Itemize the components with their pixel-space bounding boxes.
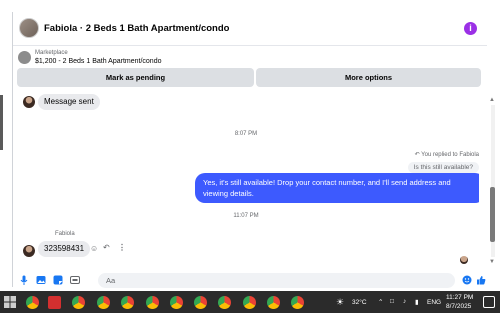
message-thread: Message sent 8:07 PM ↶ You replied to Fa…: [13, 90, 479, 267]
chrome-icon[interactable]: [72, 296, 85, 309]
listing-avatar[interactable]: [19, 18, 39, 38]
left-window-edge: [0, 95, 3, 150]
chrome-icon[interactable]: [218, 296, 231, 309]
taskbar: ☀ 32°C ⌃ □ ♪ ▮ ENG 11:27 PM 8/7/2025: [0, 291, 500, 313]
windows-start-icon[interactable]: [4, 296, 16, 308]
replied-label: You replied to Fabiola: [421, 152, 479, 158]
sender-avatar[interactable]: [23, 245, 35, 257]
composer: Aa: [13, 270, 487, 290]
chrome-icon[interactable]: [267, 296, 280, 309]
tray-overflow-icon[interactable]: ⌃: [378, 298, 383, 306]
incoming-message: 323598431: [38, 241, 91, 257]
scrollbar[interactable]: ▲ ▼: [489, 97, 497, 267]
message-input[interactable]: Aa: [98, 273, 455, 288]
microphone-icon[interactable]: [19, 275, 29, 285]
wps-icon[interactable]: [48, 296, 61, 309]
sender-name: Fabiola: [55, 231, 75, 237]
gif-icon[interactable]: [70, 275, 80, 285]
chrome-icon[interactable]: [243, 296, 256, 309]
chrome-icon[interactable]: [146, 296, 159, 309]
message-sent-bubble: Message sent: [38, 94, 100, 110]
network-icon[interactable]: □: [390, 298, 394, 305]
listing-title: $1,200 - 2 Beds 1 Bath Apartment/condo: [35, 58, 162, 65]
scroll-thumb[interactable]: [490, 187, 495, 242]
info-icon[interactable]: i: [464, 22, 477, 35]
emoji-react-icon[interactable]: ☺: [90, 244, 98, 253]
scroll-up-icon[interactable]: ▲: [489, 97, 495, 103]
weather-icon[interactable]: ☀: [336, 297, 344, 308]
marketplace-label: Marketplace: [35, 50, 68, 56]
timestamp: 11:07 PM: [233, 213, 259, 219]
replied-indicator: ↶ You replied to Fabiola: [415, 151, 479, 158]
outgoing-message: Yes, it's still available! Drop your con…: [195, 173, 479, 203]
chrome-icon[interactable]: [26, 296, 39, 309]
volume-icon[interactable]: ♪: [403, 298, 406, 305]
like-icon[interactable]: [476, 275, 486, 285]
scroll-down-icon[interactable]: ▼: [489, 259, 495, 265]
chrome-icon[interactable]: [194, 296, 207, 309]
chrome-icon[interactable]: [291, 296, 304, 309]
sticker-icon[interactable]: [53, 275, 63, 285]
chrome-icon[interactable]: [97, 296, 110, 309]
emoji-icon[interactable]: [462, 275, 472, 285]
chrome-icon[interactable]: [121, 296, 134, 309]
mark-as-pending-button[interactable]: Mark as pending: [17, 68, 254, 87]
read-receipt-avatar: [460, 256, 468, 264]
chrome-icon[interactable]: [170, 296, 183, 309]
notifications-icon[interactable]: [483, 296, 495, 308]
sender-avatar[interactable]: [23, 96, 35, 108]
clock-time[interactable]: 11:27 PM: [446, 294, 473, 301]
weather-temp[interactable]: 32°C: [352, 299, 367, 306]
more-options-button[interactable]: More options: [256, 68, 481, 87]
conversation-title[interactable]: Fabiola · 2 Beds 1 Bath Apartment/condo: [44, 23, 229, 34]
chat-header: Fabiola · 2 Beds 1 Bath Apartment/condo …: [13, 12, 487, 46]
quoted-message[interactable]: Is this still available?: [407, 162, 479, 173]
battery-icon[interactable]: ▮: [415, 298, 419, 306]
language-indicator[interactable]: ENG: [427, 299, 441, 306]
more-icon[interactable]: ⋮: [118, 243, 126, 252]
chat-window: Fabiola · 2 Beds 1 Bath Apartment/condo …: [12, 12, 495, 290]
reply-icon[interactable]: ↶: [103, 243, 110, 252]
image-icon[interactable]: [36, 275, 46, 285]
reply-arrow-icon: ↶: [414, 152, 420, 158]
clock-date[interactable]: 8/7/2025: [446, 303, 471, 310]
timestamp: 8:07 PM: [234, 131, 258, 137]
listing-thumbnail: [18, 51, 31, 64]
